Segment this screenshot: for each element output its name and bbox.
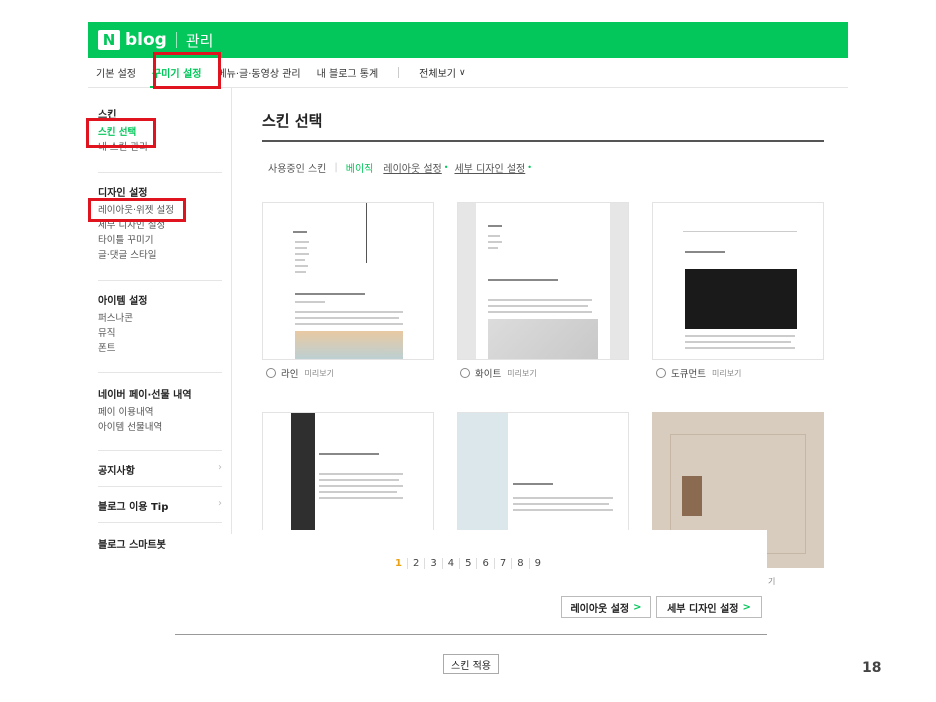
sidebar-divider	[98, 486, 222, 487]
current-skin-label: 사용중인 스킨	[268, 164, 327, 175]
sidebar-heading-pay: 네이버 페이·선물 내역	[98, 390, 192, 401]
page-link[interactable]: 2	[406, 558, 424, 569]
lamp-photo-thumbnail	[488, 319, 598, 359]
layout-settings-button[interactable]: 레이아웃 설정 >	[561, 596, 651, 618]
skin-option-document[interactable]: 도큐먼트 미리보기	[656, 366, 741, 380]
manage-title: 관리	[185, 31, 214, 50]
sidebar: 스킨 스킨 선택 내 스킨 관리 디자인 설정 레이아웃·위젯 설정 세부 디자…	[88, 88, 232, 551]
preview-link[interactable]: 미리보기	[507, 368, 536, 379]
page-link[interactable]: 1	[390, 558, 407, 569]
button-label: 세부 디자인 설정	[667, 603, 739, 615]
chevron-right-icon: >	[742, 601, 751, 613]
tab-menu-post-video[interactable]: 메뉴·글·동영상 관리	[209, 58, 308, 88]
sidebar-item-pay-history[interactable]: 페이 이용내역	[98, 405, 192, 420]
naver-n-logo: N	[98, 30, 120, 50]
skin-option-line[interactable]: 라인 미리보기	[266, 366, 334, 380]
skin-filter-row: 사용중인 스킨 | 베이직 레이아웃 설정 • 세부 디자인 설정 •	[268, 160, 532, 175]
sidebar-link-tip[interactable]: 블로그 이용 Tip ›	[98, 498, 222, 513]
sidebar-link-label: 공지사항	[98, 466, 135, 477]
sidebar-divider	[98, 450, 222, 451]
apply-skin-button[interactable]: 스킨 적용	[443, 654, 499, 674]
radio-button[interactable]	[460, 368, 470, 378]
header-divider	[175, 32, 177, 48]
view-all-label: 전체보기	[419, 69, 456, 80]
highlight-box-layout-widget	[88, 198, 186, 222]
skin-card-row2-2[interactable]	[457, 412, 629, 532]
skin-card-white[interactable]	[457, 202, 629, 360]
sidebar-divider	[98, 280, 222, 281]
sidebar-section-items: 아이템 설정 퍼스나콘 뮤직 폰트	[98, 292, 147, 356]
tab-basic-settings[interactable]: 기본 설정	[88, 58, 144, 88]
bottom-divider	[175, 634, 767, 635]
current-skin-value: 베이직	[345, 164, 374, 175]
tab-blog-stats[interactable]: 내 블로그 통계	[309, 58, 387, 88]
button-label: 레이아웃 설정	[570, 603, 630, 615]
sidebar-item-personacon[interactable]: 퍼스나콘	[98, 311, 147, 326]
page-link[interactable]: 3	[424, 558, 441, 569]
sidebar-link-notice[interactable]: 공지사항 ›	[98, 462, 222, 477]
chevron-down-icon: ∨	[458, 67, 466, 78]
page-link[interactable]: 6	[476, 558, 493, 569]
sidebar-item-title-decoration[interactable]: 타이틀 꾸미기	[98, 233, 174, 248]
radio-button[interactable]	[266, 368, 276, 378]
detail-design-button[interactable]: 세부 디자인 설정 >	[656, 596, 762, 618]
page-link[interactable]: 9	[528, 558, 546, 569]
skin-card-line[interactable]	[262, 202, 434, 360]
sidebar-section-design: 디자인 설정 레이아웃·위젯 설정 세부 디자인 설정 타이틀 꾸미기 글·댓글…	[98, 184, 174, 263]
nav-divider	[398, 67, 400, 78]
skin-card-row2-1[interactable]	[262, 412, 434, 532]
sidebar-divider	[98, 522, 222, 523]
skin-option-white[interactable]: 화이트 미리보기	[460, 366, 537, 380]
preview-link[interactable]: 미리보기	[712, 368, 741, 379]
green-dot-icon: •	[527, 163, 532, 172]
sidebar-item-font[interactable]: 폰트	[98, 341, 147, 356]
highlight-box-tab	[153, 52, 221, 89]
layout-settings-link[interactable]: 레이아웃 설정	[383, 160, 441, 175]
overlay-cover	[232, 530, 767, 580]
sidebar-link-label: 블로그 스마트봇	[98, 540, 166, 551]
skin-name: 도큐먼트	[671, 369, 706, 380]
chevron-right-icon: ›	[218, 498, 222, 509]
title-divider	[262, 140, 824, 142]
highlight-box-skin-select	[86, 118, 156, 148]
beach-photo-thumbnail	[295, 331, 403, 359]
sidebar-heading-items: 아이템 설정	[98, 296, 148, 307]
sidebar-link-label: 블로그 이용 Tip	[98, 502, 169, 513]
chevron-right-icon: ›	[218, 462, 222, 473]
preview-link[interactable]: 미리보기	[304, 368, 333, 379]
detail-design-link[interactable]: 세부 디자인 설정	[454, 160, 525, 175]
page-link[interactable]: 5	[459, 558, 476, 569]
dark-photo-thumbnail	[685, 269, 797, 329]
green-dot-icon: •	[443, 163, 449, 172]
sidebar-divider	[98, 172, 222, 173]
sidebar-divider	[98, 372, 222, 373]
pagination: 1 2 3 4 5 6 7 8 9	[390, 556, 546, 571]
skin-name: 화이트	[475, 369, 502, 380]
skin-card-document[interactable]	[652, 202, 824, 360]
chevron-right-icon: >	[633, 601, 642, 613]
sidebar-item-gift-history[interactable]: 아이템 선물내역	[98, 420, 192, 435]
sidebar-link-smartbot[interactable]: 블로그 스마트봇	[98, 536, 222, 551]
sidebar-section-pay: 네이버 페이·선물 내역 페이 이용내역 아이템 선물내역	[98, 386, 192, 435]
blog-logo[interactable]: blog	[125, 30, 167, 50]
page-link[interactable]: 4	[441, 558, 459, 569]
page-title: 스킨 선택	[262, 112, 323, 130]
sidebar-heading-design: 디자인 설정	[98, 188, 148, 199]
slide-number: 18	[862, 660, 882, 676]
sidebar-item-music[interactable]: 뮤직	[98, 326, 147, 341]
page-link[interactable]: 8	[511, 558, 528, 569]
page-link[interactable]: 7	[493, 558, 511, 569]
sidebar-item-post-style[interactable]: 글·댓글 스타일	[98, 248, 174, 263]
skin-name: 라인	[281, 369, 299, 380]
radio-button[interactable]	[656, 368, 666, 378]
tab-view-all[interactable]: 전체보기 ∨	[411, 58, 473, 88]
partial-preview-text: 기	[768, 577, 776, 586]
